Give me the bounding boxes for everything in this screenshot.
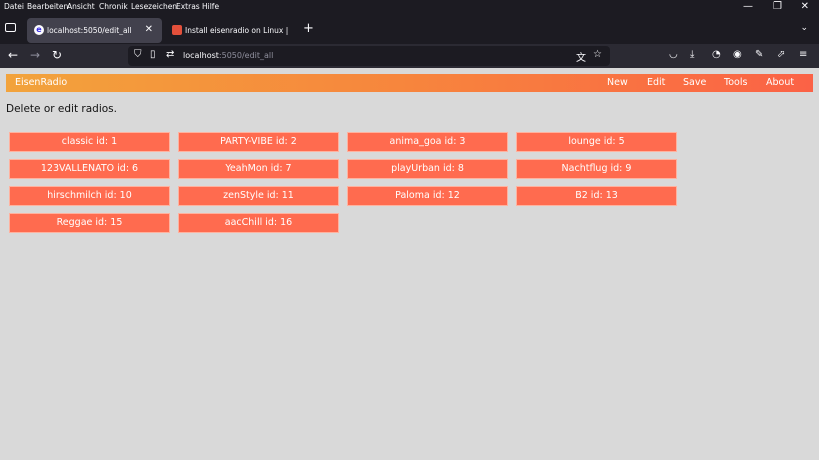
page-content: EisenRadio New Edit Save Tools About Del… bbox=[0, 68, 819, 460]
nav-tools[interactable]: Tools bbox=[724, 77, 747, 88]
page-icon: ▯ bbox=[150, 49, 156, 60]
restore-button[interactable]: ❐ bbox=[773, 1, 782, 12]
nav-edit[interactable]: Edit bbox=[647, 77, 665, 88]
account-icon[interactable]: ◉ bbox=[733, 49, 742, 60]
radio-button-lounge[interactable]: lounge id: 5 bbox=[516, 132, 677, 152]
tab-title: localhost:5050/edit_all bbox=[47, 26, 132, 35]
close-window-button[interactable]: ✕ bbox=[801, 1, 809, 12]
radio-button-zenstyle[interactable]: zenStyle id: 11 bbox=[178, 186, 339, 206]
radio-button-b2[interactable]: B2 id: 13 bbox=[516, 186, 677, 206]
site-favicon-icon: e bbox=[34, 25, 44, 35]
addon-icon[interactable]: ✎ bbox=[755, 49, 763, 60]
menu-icon[interactable]: ≡ bbox=[799, 49, 807, 60]
pocket-icon[interactable]: ◡ bbox=[669, 49, 678, 60]
close-tab-icon[interactable]: ✕ bbox=[145, 24, 153, 35]
radio-button-123vallenato[interactable]: 123VALLENATO id: 6 bbox=[9, 159, 170, 179]
minimize-button[interactable]: — bbox=[743, 1, 753, 12]
menu-ansicht[interactable]: Ansicht bbox=[67, 2, 95, 11]
extension-icon[interactable]: ◔ bbox=[712, 49, 721, 60]
nav-about[interactable]: About bbox=[766, 77, 794, 88]
radio-button-yeahmon[interactable]: YeahMon id: 7 bbox=[178, 159, 339, 179]
radio-button-aacchill[interactable]: aacChill id: 16 bbox=[178, 213, 339, 233]
nav-new[interactable]: New bbox=[607, 77, 628, 88]
menu-extras[interactable]: Extras bbox=[176, 2, 200, 11]
new-tab-button[interactable]: + bbox=[303, 21, 314, 36]
menu-bar: Datei Bearbeiten Ansicht Chronik Lesezei… bbox=[0, 0, 819, 14]
menu-hilfe[interactable]: Hilfe bbox=[202, 2, 219, 11]
permissions-icon[interactable]: ⇄ bbox=[166, 49, 174, 60]
downloads-icon[interactable]: ⤓ bbox=[690, 49, 694, 60]
app-navbar: EisenRadio New Edit Save Tools About bbox=[6, 74, 813, 92]
radio-button-nachtflug[interactable]: Nachtflug id: 9 bbox=[516, 159, 677, 179]
tab-list-icon[interactable] bbox=[5, 23, 16, 32]
url-bar[interactable]: ⛉ ▯ ⇄ localhost:5050/edit_all 文 ☆ bbox=[128, 46, 610, 66]
radio-button-party-vibe[interactable]: PARTY-VIBE id: 2 bbox=[178, 132, 339, 152]
radio-button-playurban[interactable]: playUrban id: 8 bbox=[347, 159, 508, 179]
tab-title: Install eisenradio on Linux | Sna bbox=[185, 26, 291, 35]
tab-install-eisenradio[interactable]: Install eisenradio on Linux | Sna bbox=[165, 18, 295, 43]
brand-link[interactable]: EisenRadio bbox=[15, 77, 67, 88]
nav-save[interactable]: Save bbox=[683, 77, 706, 88]
reload-icon[interactable]: ↻ bbox=[52, 48, 62, 62]
share-icon[interactable]: ⬀ bbox=[777, 49, 785, 60]
tab-edit-all[interactable]: e localhost:5050/edit_all ✕ bbox=[27, 18, 162, 43]
navigation-bar: ← → ↻ ⛉ ▯ ⇄ localhost:5050/edit_all 文 ☆ … bbox=[0, 44, 819, 68]
back-icon[interactable]: ← bbox=[8, 48, 18, 62]
radio-button-reggae[interactable]: Reggae id: 15 bbox=[9, 213, 170, 233]
menu-chronik[interactable]: Chronik bbox=[99, 2, 128, 11]
tab-bar: e localhost:5050/edit_all ✕ Install eise… bbox=[0, 14, 819, 44]
shield-icon[interactable]: ⛉ bbox=[134, 49, 142, 60]
menu-bearbeiten[interactable]: Bearbeiten bbox=[27, 2, 68, 11]
menu-lesezeichen[interactable]: Lesezeichen bbox=[131, 2, 177, 11]
url-text[interactable]: localhost:5050/edit_all bbox=[183, 51, 273, 60]
radio-button-classic[interactable]: classic id: 1 bbox=[9, 132, 170, 152]
translate-icon[interactable]: 文 bbox=[576, 49, 586, 64]
radio-button-paloma[interactable]: Paloma id: 12 bbox=[347, 186, 508, 206]
forward-icon[interactable]: → bbox=[30, 48, 40, 62]
tab-overflow-icon[interactable]: ⌄ bbox=[800, 23, 808, 33]
radio-button-anima-goa[interactable]: anima_goa id: 3 bbox=[347, 132, 508, 152]
menu-datei[interactable]: Datei bbox=[4, 2, 24, 11]
snapcraft-favicon-icon bbox=[172, 25, 182, 35]
radio-button-hirschmilch[interactable]: hirschmilch id: 10 bbox=[9, 186, 170, 206]
page-heading: Delete or edit radios. bbox=[6, 103, 117, 115]
bookmark-star-icon[interactable]: ☆ bbox=[593, 49, 602, 60]
